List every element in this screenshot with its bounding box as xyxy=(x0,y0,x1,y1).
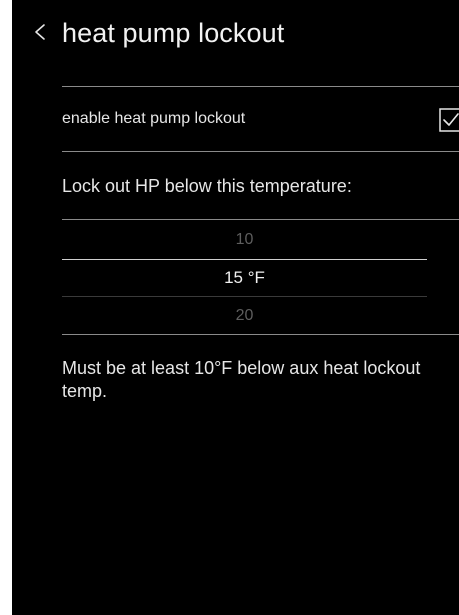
back-button[interactable] xyxy=(28,16,56,50)
enable-lockout-row[interactable]: enable heat pump lockout xyxy=(62,104,432,134)
temperature-picker[interactable]: 10 15 °F 20 xyxy=(62,220,427,335)
picker-option[interactable]: 10 xyxy=(62,228,427,252)
checkbox-checked-icon xyxy=(439,108,459,132)
enable-lockout-checkbox[interactable] xyxy=(439,108,459,132)
picker-option-selected[interactable]: 15 °F xyxy=(62,266,427,290)
header: heat pump lockout xyxy=(12,0,459,80)
divider xyxy=(62,334,459,335)
temperature-prompt: Lock out HP below this temperature: xyxy=(62,176,352,196)
divider xyxy=(62,86,459,87)
picker-selection-top xyxy=(62,259,427,260)
lockout-note: Must be at least 10°F below aux heat loc… xyxy=(62,358,421,401)
picker-option[interactable]: 20 xyxy=(62,304,427,328)
chevron-left-icon xyxy=(35,24,45,40)
divider xyxy=(62,151,459,152)
enable-lockout-label: enable heat pump lockout xyxy=(62,110,246,127)
page-title: heat pump lockout xyxy=(62,18,285,48)
picker-selection-bottom xyxy=(62,296,427,297)
app-screen: heat pump lockout enable heat pump locko… xyxy=(12,0,459,615)
